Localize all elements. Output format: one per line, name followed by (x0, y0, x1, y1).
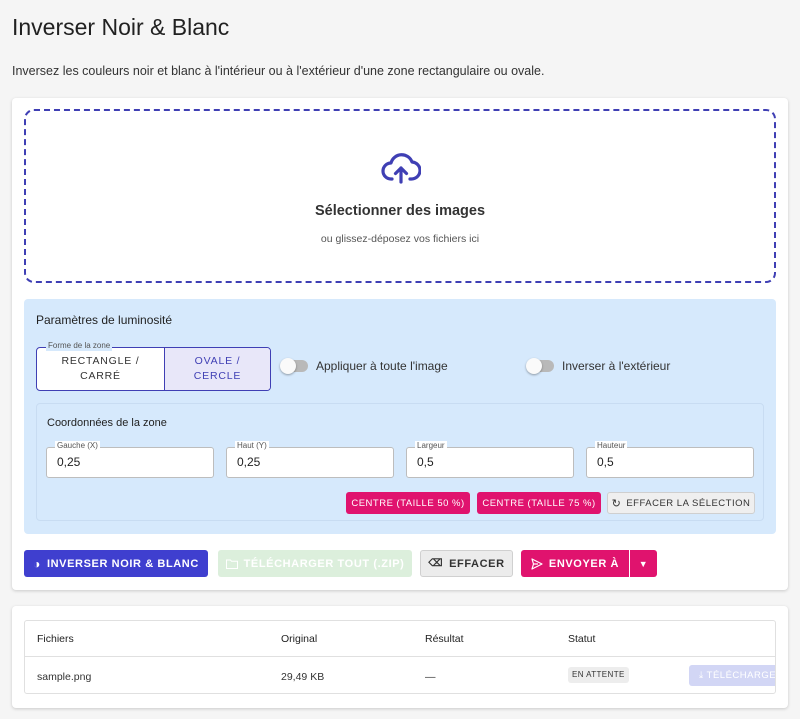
settings-title: Paramètres de luminosité (36, 313, 173, 327)
page-title: Inverser Noir & Blanc (12, 14, 230, 40)
width-input[interactable] (417, 455, 557, 469)
clear-button[interactable]: ⌫ EFFACER (420, 550, 513, 577)
shape-oval-button[interactable]: OVALE / CERCLE (165, 348, 270, 390)
invert-outside-label: Inverser à l'extérieur (562, 359, 671, 373)
row-file-name: sample.png (37, 671, 92, 683)
row-download-button[interactable]: ⤓ TÉLÉCHARGER (689, 665, 776, 686)
send-to-button[interactable]: ENVOYER À (521, 550, 629, 577)
files-card: Fichiers Original Résultat Statut sample… (12, 606, 788, 708)
height-label: Hauteur (595, 441, 628, 451)
top-y-field[interactable]: Haut (Y) (226, 441, 394, 478)
row-original-size: 29,49 KB (281, 671, 325, 683)
invert-button[interactable]: ◑ INVERSER NOIR & BLANC (24, 550, 208, 577)
page-description: Inversez les couleurs noir et blanc à l'… (12, 64, 545, 78)
contrast-icon: ◑ (33, 556, 41, 571)
status-badge: EN ATTENTE (568, 667, 629, 683)
height-input[interactable] (597, 455, 737, 469)
coords-title: Coordonnées de la zone (47, 417, 167, 429)
row-divider (25, 656, 775, 657)
refresh-icon: ↻ (611, 497, 622, 510)
download-icon: ⤓ (699, 670, 704, 681)
chevron-down-icon: ▼ (638, 558, 649, 569)
folder-icon (225, 559, 238, 569)
header-files: Fichiers (37, 633, 74, 645)
shape-rectangle-label: RECTANGLE / CARRÉ (61, 355, 140, 382)
main-card: Sélectionner des images ou glissez-dépos… (12, 98, 788, 590)
image-dropzone[interactable]: Sélectionner des images ou glissez-dépos… (24, 109, 776, 283)
apply-full-image-label: Appliquer à toute l'image (316, 359, 448, 373)
zone-coordinates-panel: Coordonnées de la zone Gauche (X) Haut (… (36, 403, 764, 521)
left-x-field[interactable]: Gauche (X) (46, 441, 214, 478)
download-all-button[interactable]: TÉLÉCHARGER TOUT (.ZIP) (218, 550, 412, 577)
center-75-button[interactable]: CENTRE (TAILLE 75 %) (477, 492, 601, 514)
invert-outside-toggle[interactable]: Inverser à l'extérieur (526, 358, 671, 374)
width-field[interactable]: Largeur (406, 441, 574, 478)
dropzone-subtitle: ou glissez-déposez vos fichiers ici (320, 233, 480, 245)
dropzone-title: Sélectionner des images (314, 203, 486, 219)
row-download-label: TÉLÉCHARGER (706, 670, 776, 681)
row-result: — (425, 671, 436, 683)
top-y-label: Haut (Y) (235, 441, 269, 451)
brightness-settings-panel: Paramètres de luminosité Forme de la zon… (24, 299, 776, 534)
clear-all-icon: ⌫ (428, 558, 444, 569)
top-y-input[interactable] (237, 455, 377, 469)
files-table: Fichiers Original Résultat Statut sample… (24, 620, 776, 694)
clear-label: EFFACER (449, 557, 505, 570)
send-to-label: ENVOYER À (548, 557, 620, 570)
center-50-button[interactable]: CENTRE (TAILLE 50 %) (346, 492, 470, 514)
invert-label: INVERSER NOIR & BLANC (46, 557, 199, 570)
send-icon (531, 557, 543, 570)
send-to-dropdown-button[interactable]: ▼ (630, 550, 657, 577)
header-original: Original (281, 633, 318, 645)
header-status: Statut (568, 633, 596, 645)
shape-rectangle-button[interactable]: RECTANGLE / CARRÉ (37, 348, 165, 390)
left-x-label: Gauche (X) (55, 441, 100, 451)
clear-selection-label: EFFACER LA SÉLECTION (626, 497, 751, 509)
shape-toggle-group: Forme de la zone RECTANGLE / CARRÉ OVALE… (36, 341, 271, 391)
download-all-label: TÉLÉCHARGER TOUT (.ZIP) (243, 557, 405, 570)
header-result: Résultat (425, 633, 464, 645)
width-label: Largeur (415, 441, 447, 451)
apply-full-image-toggle[interactable]: Appliquer à toute l'image (280, 358, 448, 374)
toggle-switch[interactable] (526, 358, 554, 374)
cloud-upload-icon (381, 153, 421, 184)
height-field[interactable]: Hauteur (586, 441, 754, 478)
clear-selection-button[interactable]: ↻ EFFACER LA SÉLECTION (607, 492, 755, 514)
left-x-input[interactable] (57, 455, 197, 469)
shape-oval-label: OVALE / CERCLE (193, 355, 242, 382)
toggle-switch[interactable] (280, 358, 308, 374)
